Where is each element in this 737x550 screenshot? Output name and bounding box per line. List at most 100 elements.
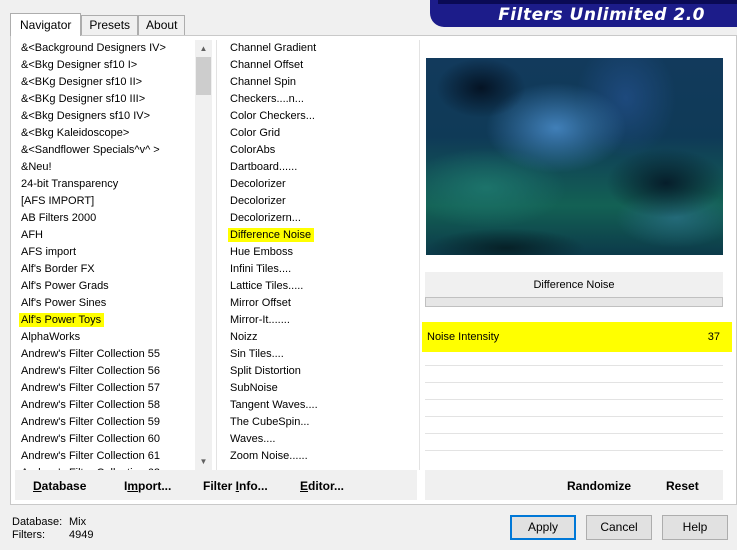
scroll-up-arrow-icon[interactable]: ▲: [195, 40, 212, 57]
import-button[interactable]: Import...: [124, 479, 171, 493]
category-list-item[interactable]: AB Filters 2000: [15, 210, 195, 227]
filter-list-item[interactable]: Hue Emboss: [224, 244, 416, 261]
category-list-item[interactable]: &Neu!: [15, 159, 195, 176]
category-list-item[interactable]: Alf's Power Toys: [15, 312, 195, 329]
tab-about[interactable]: About: [138, 15, 186, 36]
tab-navigator[interactable]: Navigator: [10, 13, 82, 36]
divider: [216, 40, 217, 470]
filter-list-item[interactable]: Difference Noise: [224, 227, 416, 244]
filter-list-item[interactable]: Color Checkers...: [224, 108, 416, 125]
filter-list-item-label: ColorAbs: [230, 144, 276, 156]
import-mnemonic: m: [127, 479, 139, 493]
category-list-item[interactable]: Andrew's Filter Collection 57: [15, 380, 195, 397]
database-mnemonic: D: [33, 479, 42, 493]
category-list-item[interactable]: &<Bkg Kaleidoscope>: [15, 125, 195, 142]
param-value[interactable]: 37: [708, 331, 720, 343]
category-list[interactable]: &<Background Designers IV> &<Bkg Designer…: [15, 40, 195, 470]
category-list-item[interactable]: Andrew's Filter Collection 60: [15, 431, 195, 448]
filter-list-item[interactable]: Color Grid: [224, 125, 416, 142]
editor-button[interactable]: Editor...: [300, 479, 344, 493]
filter-info-label: nfo...: [239, 479, 268, 493]
reset-button[interactable]: Reset: [666, 479, 699, 493]
filter-list-item[interactable]: Sin Tiles....: [224, 346, 416, 363]
filter-list-item[interactable]: Lattice Tiles.....: [224, 278, 416, 295]
category-list-item[interactable]: AlphaWorks: [15, 329, 195, 346]
filter-list-item-label: Mirror Offset: [230, 297, 291, 309]
category-list-item[interactable]: [AFS IMPORT]: [15, 193, 195, 210]
category-list-item-label: &<Bkg Kaleidoscope>: [21, 127, 130, 139]
category-list-item[interactable]: AFH: [15, 227, 195, 244]
filter-list-item[interactable]: Checkers....n...: [224, 91, 416, 108]
category-list-item-label: Andrew's Filter Collection 57: [21, 382, 161, 394]
category-list-item[interactable]: &<BKg Designer sf10 II>: [15, 74, 195, 91]
category-list-item[interactable]: &<Background Designers IV>: [15, 40, 195, 57]
database-button[interactable]: Database: [33, 479, 86, 493]
filter-list-item[interactable]: Decolorizer: [224, 176, 416, 193]
category-list-item-label: &<BKg Designer sf10 III>: [21, 93, 146, 105]
category-list-item-label: Andrew's Filter Collection 59: [21, 416, 161, 428]
filter-list-item[interactable]: Mirror-It.......: [224, 312, 416, 329]
filter-list-item[interactable]: Dartboard......: [224, 159, 416, 176]
filter-list-item[interactable]: Split Distortion: [224, 363, 416, 380]
category-list-item[interactable]: 24-bit Transparency: [15, 176, 195, 193]
filter-list-item[interactable]: Infini Tiles....: [224, 261, 416, 278]
filter-list-item-label: Channel Gradient: [230, 42, 317, 54]
filter-info-button[interactable]: Filter Info...: [203, 479, 268, 493]
category-list-item-label: Andrew's Filter Collection 56: [21, 365, 161, 377]
category-list-item-label: &<Background Designers IV>: [21, 42, 166, 54]
category-list-item[interactable]: Alf's Border FX: [15, 261, 195, 278]
filter-list-item[interactable]: Channel Spin: [224, 74, 416, 91]
param-row-noise-intensity[interactable]: Noise Intensity 37: [422, 322, 732, 352]
filter-list-item[interactable]: Decolorizer: [224, 193, 416, 210]
filter-list-item-label: Mirror-It.......: [230, 314, 290, 326]
filter-list-item[interactable]: Channel Gradient: [224, 40, 416, 57]
filter-list-item[interactable]: Decolorizern...: [224, 210, 416, 227]
param-row-empty: [425, 416, 723, 417]
filter-list-item-label: Channel Offset: [230, 59, 304, 71]
filter-list-item[interactable]: The CubeSpin...: [224, 414, 416, 431]
filter-list-item[interactable]: ColorAbs: [224, 142, 416, 159]
category-list-item-label: Alf's Border FX: [21, 263, 95, 275]
scroll-down-arrow-icon[interactable]: ▼: [195, 453, 212, 470]
filter-list-item-label: Sin Tiles....: [230, 348, 284, 360]
filter-list-item[interactable]: SubNoise: [224, 380, 416, 397]
filter-button-bar: Randomize Reset: [425, 470, 723, 500]
filter-list-item-label: Infini Tiles....: [230, 263, 292, 275]
randomize-button[interactable]: Randomize: [567, 479, 631, 493]
category-list-item-label: AB Filters 2000: [21, 212, 97, 224]
category-list-item-label: &Neu!: [21, 161, 52, 173]
filter-list-item-label: Decolorizern...: [230, 212, 301, 224]
status-database: Database: Mix: [12, 516, 86, 528]
category-list-item[interactable]: Andrew's Filter Collection 58: [15, 397, 195, 414]
category-list-item[interactable]: Andrew's Filter Collection 61: [15, 448, 195, 465]
filter-info-label-pre: Filter: [203, 479, 236, 493]
category-list-item-label: Andrew's Filter Collection 61: [21, 450, 161, 462]
filter-list-item-label: Noizz: [230, 331, 258, 343]
apply-button[interactable]: Apply: [510, 515, 576, 540]
category-list-item[interactable]: Alf's Power Grads: [15, 278, 195, 295]
tab-presets[interactable]: Presets: [81, 15, 139, 36]
filter-list-item[interactable]: Waves....: [224, 431, 416, 448]
category-list-item[interactable]: &<Sandflower Specials^v^ >: [15, 142, 195, 159]
category-list-item[interactable]: &<Bkg Designer sf10 I>: [15, 57, 195, 74]
category-list-item[interactable]: Andrew's Filter Collection 59: [15, 414, 195, 431]
scroll-thumb[interactable]: [196, 57, 211, 95]
category-list-item[interactable]: Andrew's Filter Collection 55: [15, 346, 195, 363]
param-row-empty: [425, 450, 723, 451]
filter-list-item-label: Channel Spin: [230, 76, 297, 88]
filter-list-item[interactable]: Channel Offset: [224, 57, 416, 74]
filter-list-item[interactable]: Tangent Waves....: [224, 397, 416, 414]
filter-list-item[interactable]: Noizz: [224, 329, 416, 346]
cancel-button[interactable]: Cancel: [586, 515, 652, 540]
help-button[interactable]: Help: [662, 515, 728, 540]
category-list-item[interactable]: Alf's Power Sines: [15, 295, 195, 312]
filter-list-item[interactable]: Mirror Offset: [224, 295, 416, 312]
category-list-item[interactable]: &<Bkg Designers sf10 IV>: [15, 108, 195, 125]
filter-list-item[interactable]: Zoom Noise......: [224, 448, 416, 465]
title-banner-shade: [438, 0, 737, 4]
category-list-item[interactable]: &<BKg Designer sf10 III>: [15, 91, 195, 108]
category-list-item[interactable]: Andrew's Filter Collection 56: [15, 363, 195, 380]
category-scrollbar[interactable]: ▲ ▼: [195, 40, 212, 470]
filter-list[interactable]: Channel Gradient Channel Offset Channel Sp…: [224, 40, 416, 470]
category-list-item[interactable]: AFS import: [15, 244, 195, 261]
